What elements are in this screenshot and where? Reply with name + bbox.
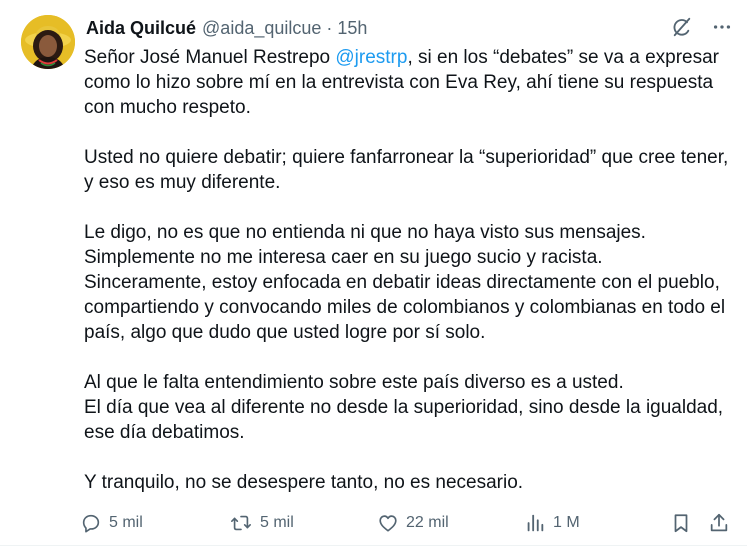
author-name[interactable]: Aida Quilcué [86,18,196,39]
share-icon [710,513,728,532]
bookmark-button[interactable] [670,512,692,534]
separator-dot: · [326,17,333,38]
views-button[interactable]: 1 M [524,512,580,534]
views-icon [527,514,544,532]
repost-icon [231,515,251,531]
paragraph-1: Señor José Manuel Restrepo @jrestrp, si … [84,45,734,120]
more-icon[interactable] [711,16,733,38]
views-count: 1 M [553,514,580,531]
share-button[interactable] [708,512,730,534]
tweet-text: Señor José Manuel Restrepo @jrestrp, si … [84,45,734,520]
timestamp[interactable]: 15h [337,18,367,39]
grok-icon[interactable] [671,16,693,38]
profile-photo [21,15,75,69]
mention-link[interactable]: @jrestrp [335,47,407,68]
paragraph-4: Al que le falta entendimiento sobre este… [84,372,724,443]
tweet-actions: 5 mil 5 mil 22 mil 1 M [80,512,732,536]
tweet-top-icons [671,16,733,38]
tweet[interactable]: Aida Quilcué @aida_quilcue · 15h Señor J… [0,0,747,546]
text-segment: Señor José Manuel Restrepo [84,47,336,68]
reply-button[interactable]: 5 mil [80,512,143,534]
paragraph-2: Usted no quiere debatir; quiere fanfarro… [84,147,729,193]
avatar[interactable] [21,15,75,69]
reply-count: 5 mil [109,514,143,531]
repost-button[interactable]: 5 mil [229,512,294,534]
like-button[interactable]: 22 mil [377,512,449,534]
paragraph-3: Le digo, no es que no entienda ni que no… [84,222,726,343]
tweet-header: Aida Quilcué @aida_quilcue · 15h [86,16,367,40]
author-handle[interactable]: @aida_quilcue [202,18,321,39]
like-count: 22 mil [406,514,449,531]
heart-icon [379,515,397,532]
paragraph-5: Y tranquilo, no se desespere tanto, no e… [84,472,524,493]
bookmark-icon [674,514,688,533]
repost-count: 5 mil [260,514,294,531]
reply-icon [82,514,100,533]
